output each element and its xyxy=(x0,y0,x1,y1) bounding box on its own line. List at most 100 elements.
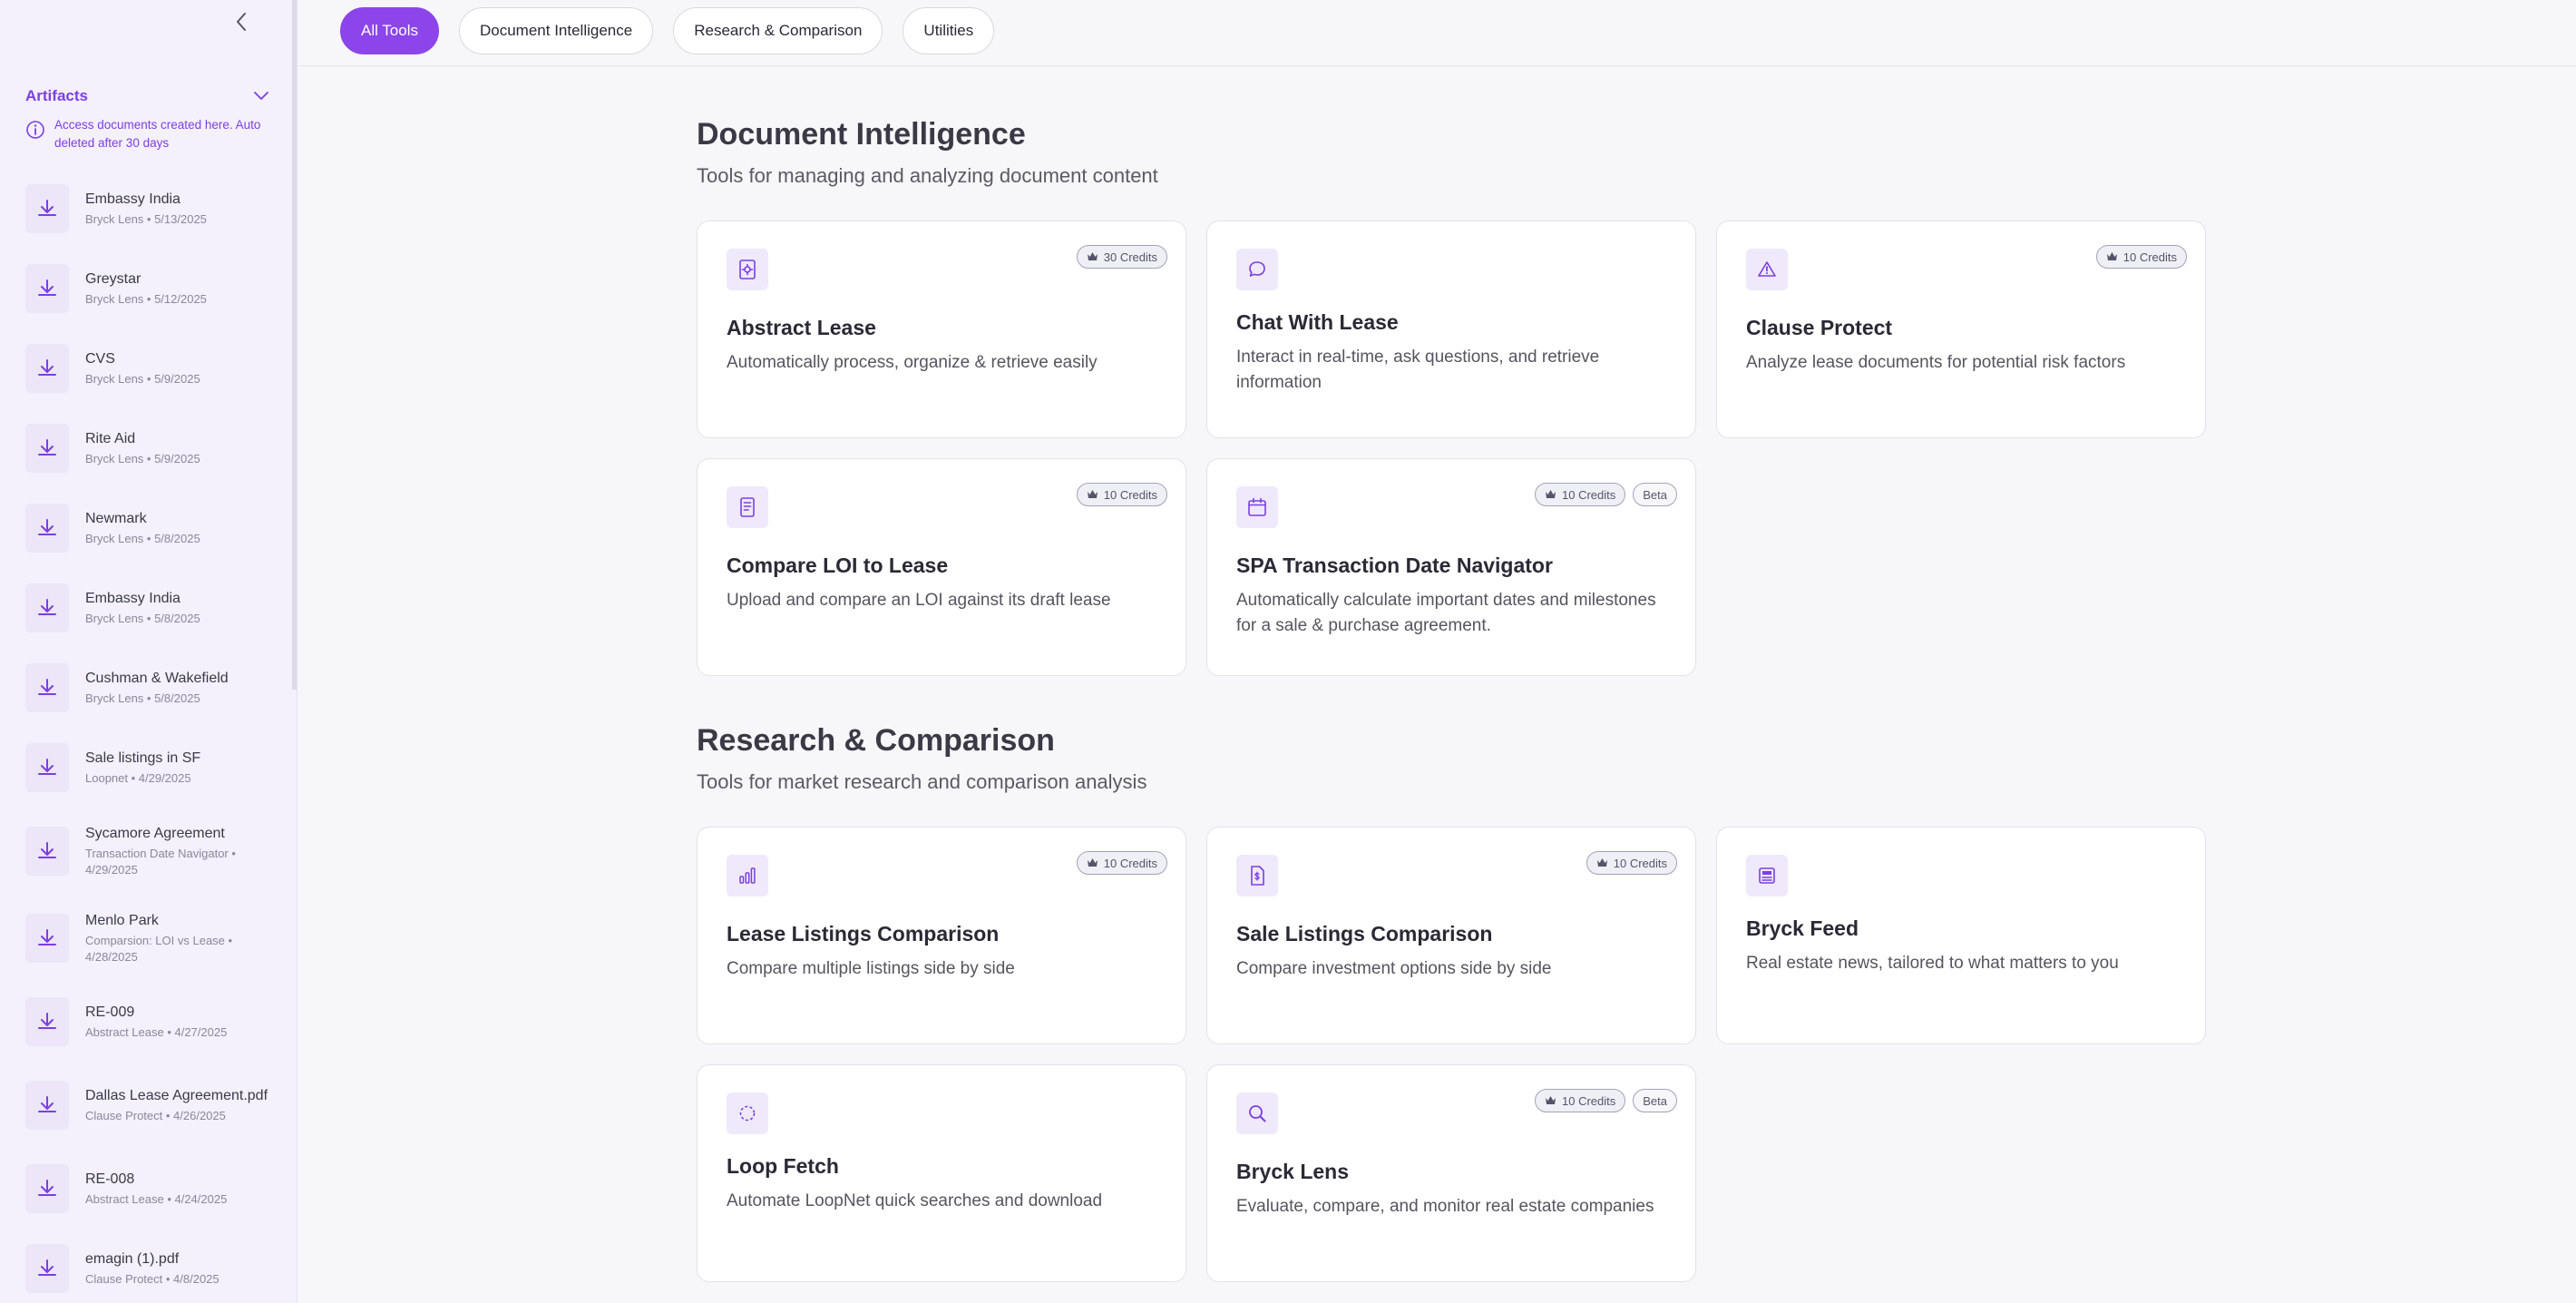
tool-card-loop-fetch[interactable]: Loop Fetch Automate LoopNet quick search… xyxy=(697,1064,1186,1282)
artifact-item[interactable]: Menlo Park Comparsion: LOI vs Lease • 4/… xyxy=(25,895,279,982)
card-title: Clause Protect xyxy=(1746,316,1893,339)
credits-label: 30 Credits xyxy=(1103,250,1157,264)
crown-icon xyxy=(1596,857,1608,870)
chevron-down-icon[interactable] xyxy=(252,90,270,103)
download-icon[interactable] xyxy=(25,1164,69,1213)
tool-card-bryck-lens[interactable]: 10 Credits Beta Bryck Lens Evaluate, comp… xyxy=(1206,1064,1696,1282)
newspaper-icon xyxy=(1746,855,1788,896)
artifact-item[interactable]: Cushman & Wakefield Bryck Lens • 5/8/202… xyxy=(25,648,279,728)
gear-doc-icon xyxy=(727,249,768,290)
filter-document-intelligence[interactable]: Document Intelligence xyxy=(459,7,654,54)
card-badges: 10 Credits xyxy=(1076,851,1167,875)
artifact-item[interactable]: RE-009 Abstract Lease • 4/27/2025 xyxy=(25,982,279,1062)
filter-research-comparison[interactable]: Research & Comparison xyxy=(673,7,883,54)
artifact-item[interactable]: emagin (1).pdf Clause Protect • 4/8/2025 xyxy=(25,1229,279,1303)
download-icon[interactable] xyxy=(25,264,69,313)
artifacts-header[interactable]: Artifacts xyxy=(25,85,270,107)
artifact-item[interactable]: RE-008 Abstract Lease • 4/24/2025 xyxy=(25,1149,279,1229)
dollar-doc-icon xyxy=(1236,855,1278,896)
artifact-name: Newmark xyxy=(85,511,147,526)
download-icon[interactable] xyxy=(25,743,69,792)
artifact-meta: Bryck Lens • 5/12/2025 xyxy=(85,292,207,306)
artifact-meta: Comparsion: LOI vs Lease • 4/28/2025 xyxy=(85,934,233,964)
artifact-item[interactable]: CVS Bryck Lens • 5/9/2025 xyxy=(25,328,279,408)
download-icon[interactable] xyxy=(25,424,69,473)
credits-badge: 10 Credits xyxy=(1076,851,1167,875)
download-icon[interactable] xyxy=(25,344,69,393)
credits-label: 10 Credits xyxy=(1562,1093,1616,1108)
filter-all-tools[interactable]: All Tools xyxy=(340,7,439,54)
tool-card-spa-transaction-date-navigator[interactable]: 10 Credits Beta SPA Transaction Date Navi… xyxy=(1206,458,1696,676)
card-title: SPA Transaction Date Navigator xyxy=(1236,554,1553,577)
download-icon[interactable] xyxy=(25,1244,69,1293)
card-description: Evaluate, compare, and monitor real esta… xyxy=(1236,1197,1654,1216)
artifacts-title: Artifacts xyxy=(25,87,88,104)
artifacts-note: Access documents created here. Auto dele… xyxy=(25,116,276,152)
card-title: Bryck Feed xyxy=(1746,916,1859,940)
tool-card-abstract-lease[interactable]: 30 Credits Abstract Lease Automatically … xyxy=(697,220,1186,438)
filter-utilities[interactable]: Utilities xyxy=(903,7,995,54)
artifact-item[interactable]: Greystar Bryck Lens • 5/12/2025 xyxy=(25,249,279,328)
card-description: Analyze lease documents for potential ri… xyxy=(1746,353,2126,372)
artifact-name: Menlo Park xyxy=(85,913,159,928)
artifact-item[interactable]: Rite Aid Bryck Lens • 5/9/2025 xyxy=(25,408,279,488)
credits-badge: 10 Credits xyxy=(2095,245,2187,269)
artifact-item[interactable]: Embassy India Bryck Lens • 5/13/2025 xyxy=(25,169,279,249)
info-icon xyxy=(26,121,44,139)
artifact-name: RE-009 xyxy=(85,1004,135,1020)
card-description: Upload and compare an LOI against its dr… xyxy=(727,591,1111,610)
download-icon[interactable] xyxy=(25,827,69,876)
artifact-name: Cushman & Wakefield xyxy=(85,671,229,686)
crown-icon xyxy=(1545,1094,1556,1108)
card-badges: 10 Credits xyxy=(2095,245,2187,269)
beta-badge: Beta xyxy=(1633,483,1677,506)
artifact-item[interactable]: Embassy India Bryck Lens • 5/8/2025 xyxy=(25,568,279,648)
crown-icon xyxy=(1087,250,1098,264)
card-title: Chat With Lease xyxy=(1236,310,1399,334)
tool-card-bryck-feed[interactable]: Bryck Feed Real estate news, tailored to… xyxy=(1716,827,2206,1044)
tool-card-sale-listings-comparison[interactable]: 10 Credits Sale Listings Comparison Comp… xyxy=(1206,827,1696,1044)
tool-card-clause-protect[interactable]: 10 Credits Clause Protect Analyze lease … xyxy=(1716,220,2206,438)
card-badges: 30 Credits xyxy=(1076,245,1167,269)
card-description: Automatically calculate important dates … xyxy=(1236,591,1656,635)
artifact-name: Sycamore Agreement xyxy=(85,826,225,841)
section-subtitle-document-intelligence: Tools for managing and analyzing documen… xyxy=(697,164,1158,187)
download-icon[interactable] xyxy=(25,504,69,553)
card-description: Automate LoopNet quick searches and down… xyxy=(727,1191,1103,1210)
artifact-item[interactable]: Sycamore Agreement Transaction Date Navi… xyxy=(25,808,279,895)
artifact-name: Rite Aid xyxy=(85,431,136,446)
sidebar-scrollbar[interactable] xyxy=(292,0,297,690)
download-icon[interactable] xyxy=(25,184,69,233)
crown-icon xyxy=(1087,857,1098,870)
tool-card-compare-loi-to-lease[interactable]: 10 Credits Compare LOI to Lease Upload a… xyxy=(697,458,1186,676)
card-title: Loop Fetch xyxy=(727,1154,839,1178)
download-icon[interactable] xyxy=(25,583,69,632)
artifact-item[interactable]: Newmark Bryck Lens • 5/8/2025 xyxy=(25,488,279,568)
section-subtitle-research-comparison: Tools for market research and comparison… xyxy=(697,770,1147,793)
download-icon[interactable] xyxy=(25,914,69,963)
artifact-item[interactable]: Dallas Lease Agreement.pdf Clause Protec… xyxy=(25,1062,279,1149)
crown-icon xyxy=(1545,488,1556,502)
artifact-name: Embassy India xyxy=(85,191,181,207)
beta-badge: Beta xyxy=(1633,1089,1677,1112)
artifact-meta: Clause Protect • 4/8/2025 xyxy=(85,1272,220,1286)
collapse-sidebar-button[interactable] xyxy=(229,9,254,34)
credits-badge: 10 Credits xyxy=(1535,1089,1626,1112)
tool-card-lease-listings-comparison[interactable]: 10 Credits Lease Listings Comparison Com… xyxy=(697,827,1186,1044)
artifact-meta: Clause Protect • 4/26/2025 xyxy=(85,1109,226,1122)
artifact-meta: Bryck Lens • 5/9/2025 xyxy=(85,372,200,386)
chat-bubble-icon xyxy=(1236,249,1278,290)
card-title: Abstract Lease xyxy=(727,316,876,339)
loading-circle-icon xyxy=(727,1092,768,1134)
artifact-name: CVS xyxy=(85,351,115,367)
download-icon[interactable] xyxy=(25,663,69,712)
warning-triangle-icon xyxy=(1746,249,1788,290)
calendar-icon xyxy=(1236,486,1278,528)
credits-badge: 30 Credits xyxy=(1076,245,1167,269)
download-icon[interactable] xyxy=(25,1081,69,1130)
credits-label: 10 Credits xyxy=(1562,487,1616,502)
tool-card-chat-with-lease[interactable]: Chat With Lease Interact in real-time, a… xyxy=(1206,220,1696,438)
artifact-item[interactable]: Sale listings in SF Loopnet • 4/29/2025 xyxy=(25,728,279,808)
download-icon[interactable] xyxy=(25,997,69,1046)
card-description: Interact in real-time, ask questions, an… xyxy=(1236,348,1600,392)
